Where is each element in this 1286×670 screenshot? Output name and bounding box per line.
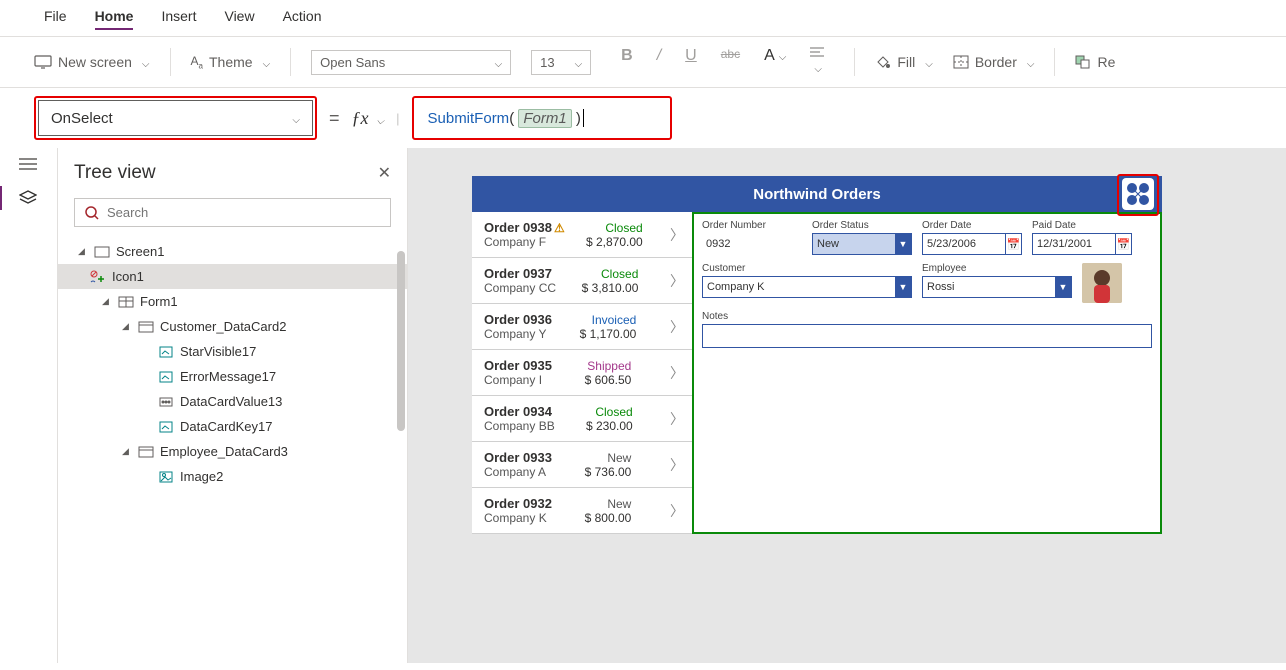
- employee-dropdown[interactable]: Rossi▼: [922, 276, 1072, 298]
- close-icon[interactable]: ✕: [378, 163, 391, 183]
- equals-sign: =: [329, 108, 340, 129]
- theme-button[interactable]: Aa Theme: [191, 54, 271, 70]
- list-item[interactable]: Order 0932Company KNew$ 800.00〉: [472, 488, 692, 534]
- menu-view[interactable]: View: [224, 8, 254, 30]
- format-group: B / U abc A: [611, 47, 834, 77]
- search-input[interactable]: [107, 205, 380, 220]
- hamburger-icon[interactable]: [19, 158, 39, 172]
- fontcolor-button[interactable]: A: [764, 47, 786, 77]
- tree-view-title: Tree view: [74, 162, 156, 184]
- list-item[interactable]: Order 0938Company FClosed$ 2,870.00〉: [472, 212, 692, 258]
- tree-node-icon1[interactable]: Icon1: [58, 264, 407, 289]
- tree-view-panel: Tree view ✕ ◢Screen1 Icon1 ◢Form1 ◢Custo…: [58, 148, 408, 663]
- font-dropdown[interactable]: Open Sans: [311, 50, 511, 75]
- tree-node-employee-card[interactable]: ◢Employee_DataCard3: [74, 439, 391, 464]
- order-date-input[interactable]: 5/23/2006📅: [922, 233, 1022, 255]
- paid-date-input[interactable]: 12/31/2001📅: [1032, 233, 1132, 255]
- order-detail-form: Order Number0932 Order StatusNew▼ Order …: [692, 212, 1162, 534]
- menu-insert[interactable]: Insert: [161, 8, 196, 30]
- menu-action[interactable]: Action: [283, 8, 322, 30]
- tree-node-datacardkey[interactable]: DataCardKey17: [74, 414, 391, 439]
- strike-button[interactable]: abc: [721, 47, 740, 77]
- toolbar: New screen Aa Theme Open Sans 13 B / U a…: [0, 37, 1286, 88]
- order-list[interactable]: Order 0938Company FClosed$ 2,870.00〉Orde…: [472, 212, 692, 534]
- order-status-dropdown[interactable]: New▼: [812, 233, 912, 255]
- avatar: [1082, 263, 1122, 303]
- menu-bar: File Home Insert View Action: [0, 0, 1286, 37]
- formula-bar: OnSelect = ƒx | SubmitForm( Form1 ): [0, 88, 1286, 148]
- border-button[interactable]: Border: [953, 54, 1035, 70]
- list-item[interactable]: Order 0933Company ANew$ 736.00〉: [472, 442, 692, 488]
- left-rail: [0, 148, 58, 663]
- italic-button[interactable]: /: [657, 47, 661, 77]
- property-highlight: OnSelect: [34, 96, 317, 140]
- sync-icon[interactable]: [1122, 178, 1154, 210]
- list-item[interactable]: Order 0937Company CCClosed$ 3,810.00〉: [472, 258, 692, 304]
- tree-node-errormessage[interactable]: ErrorMessage17: [74, 364, 391, 389]
- property-dropdown[interactable]: OnSelect: [38, 100, 313, 136]
- calendar-icon[interactable]: 📅: [1005, 234, 1021, 254]
- menu-home[interactable]: Home: [95, 8, 134, 30]
- tree-node-customer-card[interactable]: ◢Customer_DataCard2: [74, 314, 391, 339]
- list-item[interactable]: Order 0935Company IShipped$ 606.50〉: [472, 350, 692, 396]
- calendar-icon[interactable]: 📅: [1115, 234, 1131, 254]
- menu-file[interactable]: File: [44, 8, 67, 30]
- list-item[interactable]: Order 0936Company YInvoiced$ 1,170.00〉: [472, 304, 692, 350]
- formula-highlight: SubmitForm( Form1 ): [412, 96, 672, 140]
- formula-input[interactable]: SubmitForm( Form1 ): [416, 100, 668, 136]
- bold-button[interactable]: B: [621, 47, 633, 77]
- tree-node-screen1[interactable]: ◢Screen1: [74, 239, 391, 264]
- customer-dropdown[interactable]: Company K▼: [702, 276, 912, 298]
- tree: ◢Screen1 Icon1 ◢Form1 ◢Customer_DataCard…: [74, 239, 391, 489]
- tree-search[interactable]: [74, 198, 391, 227]
- fontsize-dropdown[interactable]: 13: [531, 50, 591, 75]
- tree-node-image2[interactable]: Image2: [74, 464, 391, 489]
- align-button[interactable]: [810, 47, 824, 77]
- layers-icon[interactable]: [19, 190, 39, 204]
- order-number-value: 0932: [702, 233, 802, 255]
- app-preview: Northwind Orders Order 0938Company FClos…: [472, 176, 1162, 534]
- app-header: Northwind Orders: [472, 176, 1162, 212]
- reorder-button[interactable]: Re: [1075, 54, 1115, 70]
- fx-button[interactable]: ƒx: [352, 108, 385, 129]
- tree-node-form1[interactable]: ◢Form1: [74, 289, 391, 314]
- list-item[interactable]: Order 0934Company BBClosed$ 230.00〉: [472, 396, 692, 442]
- tree-node-starvisible[interactable]: StarVisible17: [74, 339, 391, 364]
- scrollbar-thumb[interactable]: [397, 251, 405, 431]
- underline-button[interactable]: U: [685, 47, 697, 77]
- new-screen-button[interactable]: New screen: [34, 54, 150, 70]
- notes-input[interactable]: [702, 324, 1152, 348]
- canvas: Northwind Orders Order 0938Company FClos…: [408, 148, 1286, 663]
- tree-node-datacardvalue[interactable]: DataCardValue13: [74, 389, 391, 414]
- fill-button[interactable]: Fill: [875, 54, 932, 70]
